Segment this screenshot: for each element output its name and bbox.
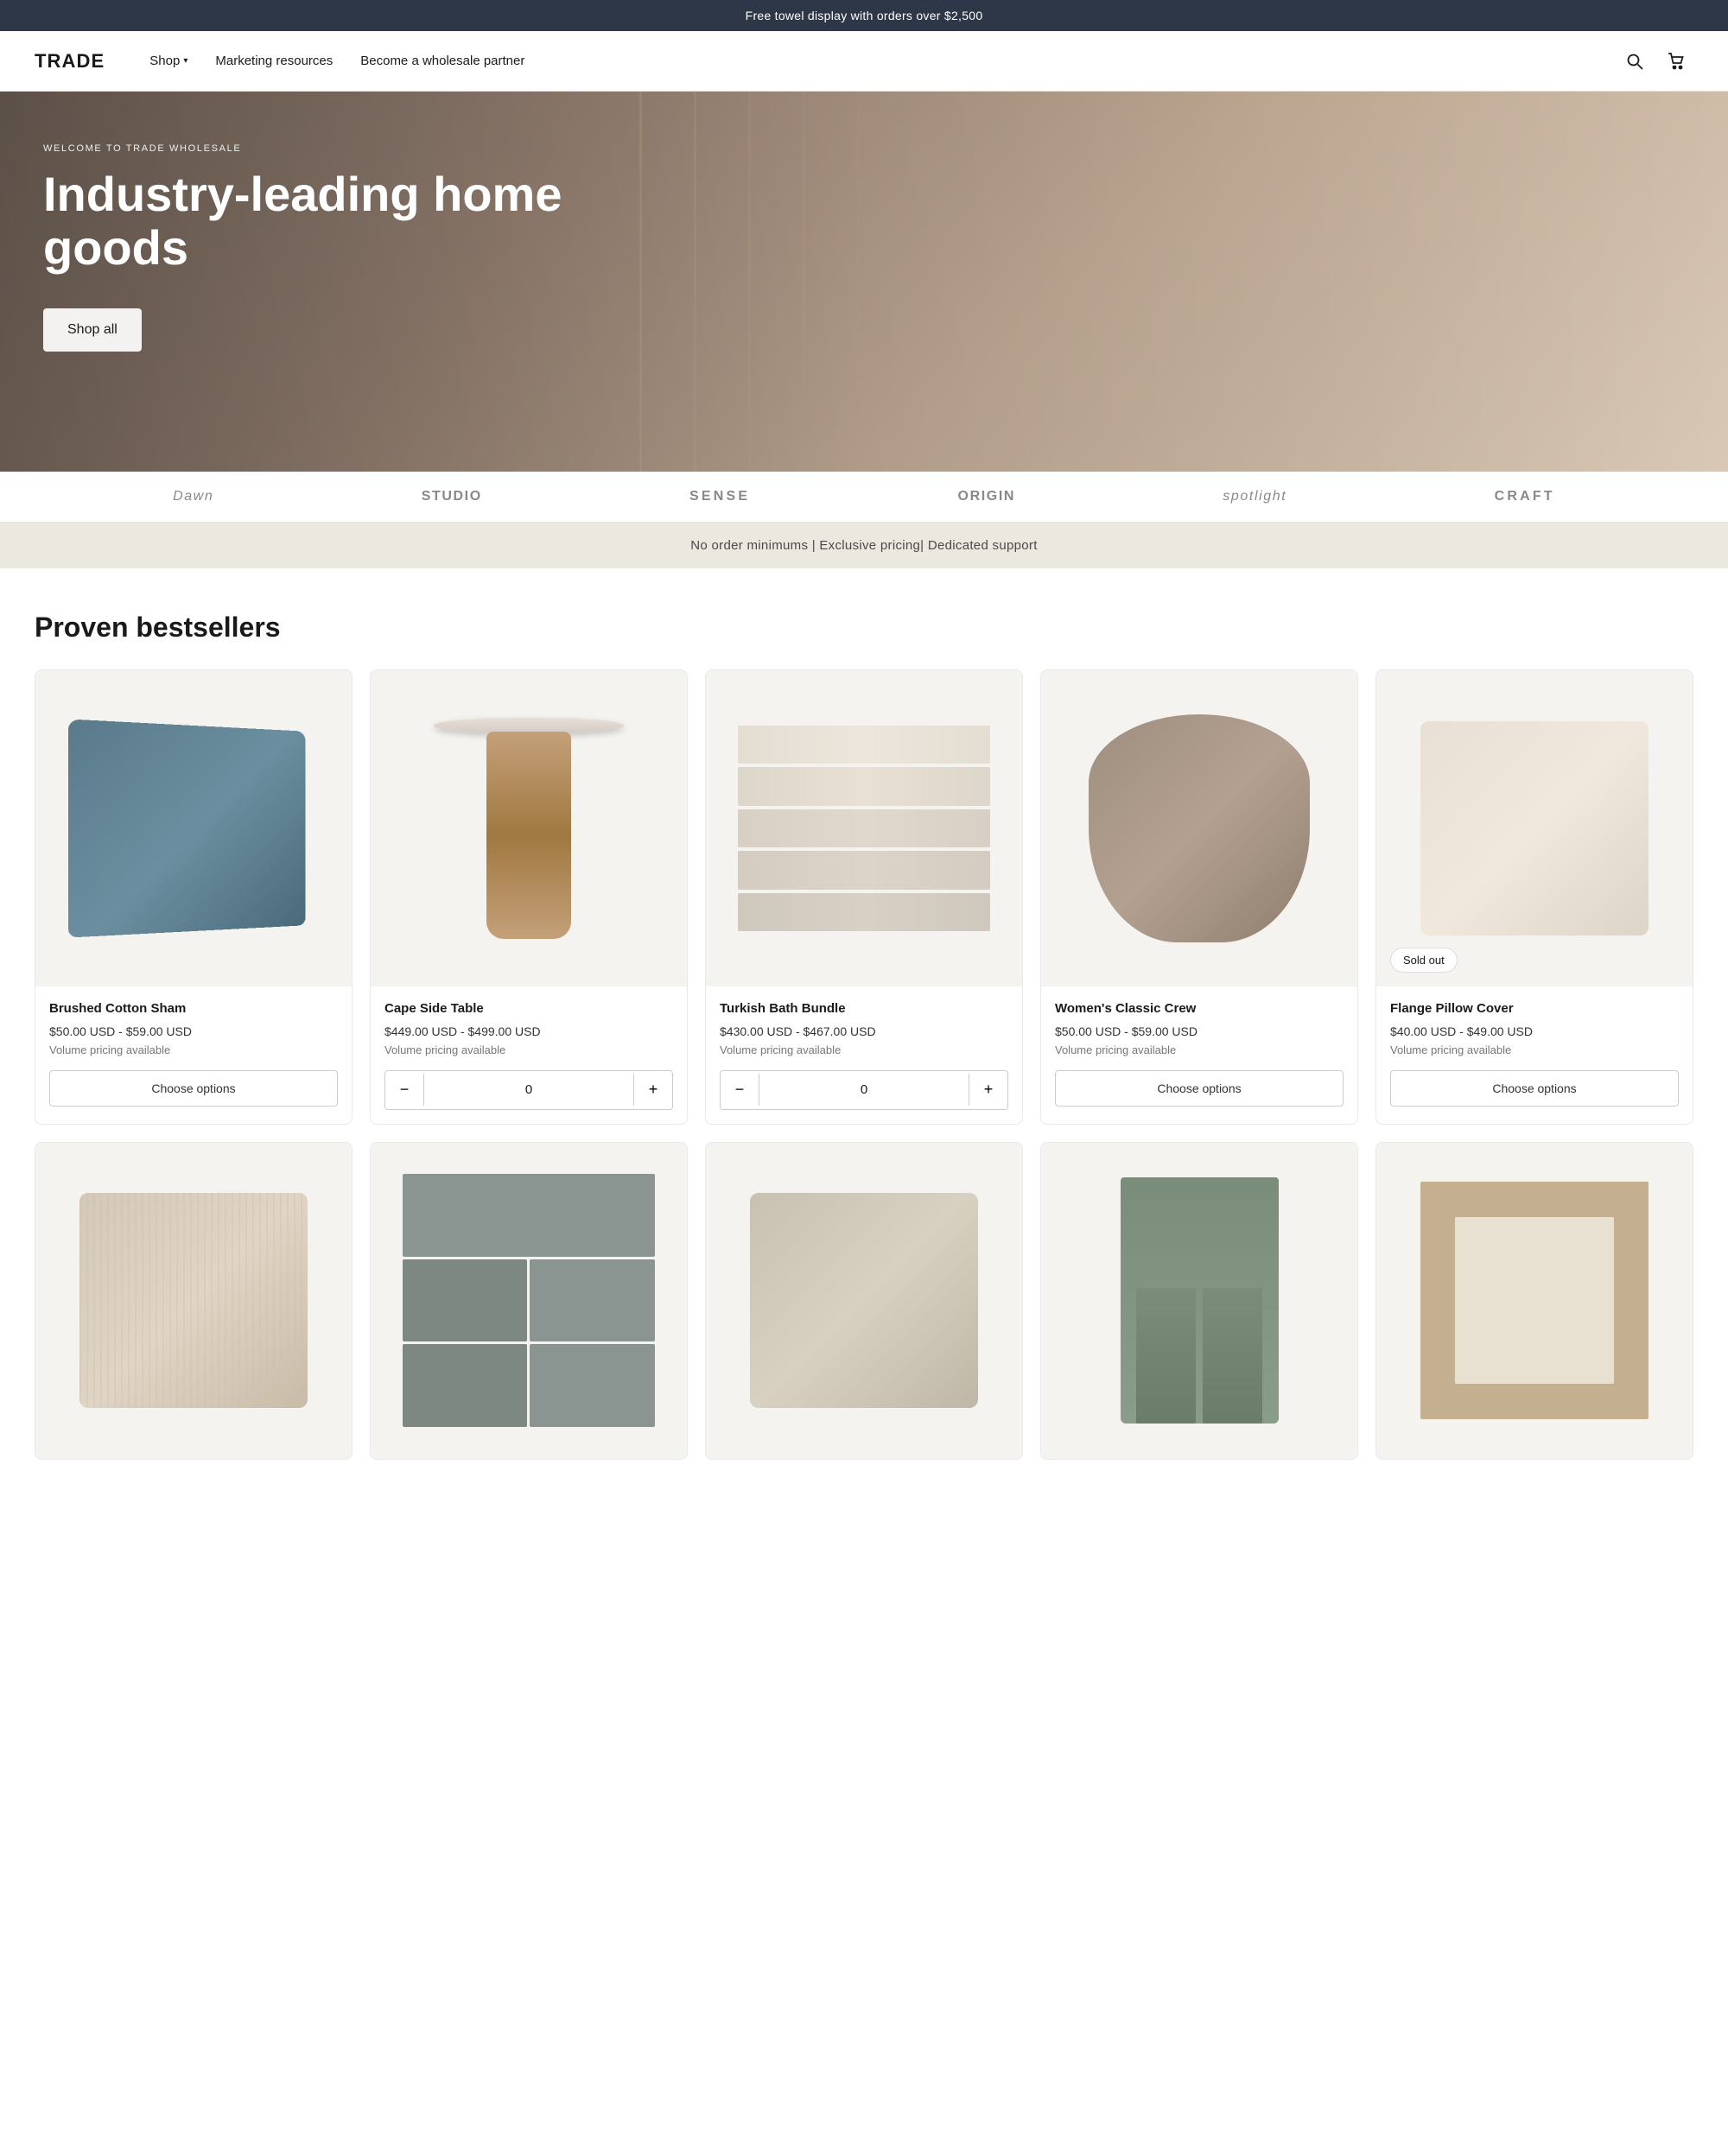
product-card-8 (705, 1142, 1023, 1460)
product-card-1: Brushed Cotton Sham $50.00 USD - $59.00 … (35, 669, 353, 1125)
product-card-4: Women's Classic Crew $50.00 USD - $59.00… (1040, 669, 1358, 1125)
quantity-control-3: − 0 + (720, 1070, 1008, 1110)
product-card-10 (1375, 1142, 1693, 1460)
product-volume-3: Volume pricing available (720, 1043, 1008, 1056)
product-image-1 (35, 670, 352, 986)
product-img-pillow-blue (68, 719, 305, 937)
product-grid-row2 (35, 1142, 1693, 1460)
product-name-3: Turkish Bath Bundle (720, 1000, 1008, 1018)
product-image-4 (1041, 670, 1357, 986)
product-name-5: Flange Pillow Cover (1390, 1000, 1679, 1018)
product-img-pillow-cream (1420, 721, 1649, 936)
quantity-increase-btn-2[interactable]: + (634, 1071, 672, 1109)
product-card-5: Sold out Flange Pillow Cover $40.00 USD … (1375, 669, 1693, 1125)
quantity-control-2: − 0 + (384, 1070, 673, 1110)
quantity-decrease-btn-2[interactable]: − (385, 1071, 423, 1109)
product-img-frame (1420, 1182, 1649, 1419)
brand-dawn[interactable]: Dawn (173, 489, 213, 504)
section-title: Proven bestsellers (35, 612, 1693, 644)
quantity-increase-btn-3[interactable]: + (969, 1071, 1007, 1109)
announcement-bar: Free towel display with orders over $2,5… (0, 0, 1728, 31)
product-price-3: $430.00 USD - $467.00 USD (720, 1024, 1008, 1038)
choose-options-btn-1[interactable]: Choose options (49, 1070, 338, 1107)
nav-wholesale[interactable]: Become a wholesale partner (350, 47, 535, 75)
product-img-pillow-linen (750, 1193, 978, 1408)
product-image-5: Sold out (1376, 670, 1693, 986)
product-price-5: $40.00 USD - $49.00 USD (1390, 1024, 1679, 1038)
product-volume-1: Volume pricing available (49, 1043, 338, 1056)
product-price-2: $449.00 USD - $499.00 USD (384, 1024, 673, 1038)
product-card-6 (35, 1142, 353, 1460)
product-card-2: Cape Side Table $449.00 USD - $499.00 US… (370, 669, 688, 1125)
hero-content: WELCOME TO TRADE WHOLESALE Industry-lead… (43, 143, 631, 352)
choose-options-btn-4[interactable]: Choose options (1055, 1070, 1344, 1107)
frame-inner (1455, 1217, 1614, 1383)
product-card-3: Turkish Bath Bundle $430.00 USD - $467.0… (705, 669, 1023, 1125)
main-nav: Shop ▾ Marketing resources Become a whol… (139, 47, 1617, 75)
quantity-display-3: 0 (759, 1074, 969, 1106)
benefits-bar: No order minimums | Exclusive pricing| D… (0, 523, 1728, 568)
product-img-sweater (1089, 714, 1310, 942)
product-image-9 (1041, 1143, 1357, 1459)
product-name-1: Brushed Cotton Sham (49, 1000, 338, 1018)
site-header: TRADE Shop ▾ Marketing resources Become … (0, 31, 1728, 92)
product-image-6 (35, 1143, 352, 1459)
chevron-down-icon: ▾ (183, 56, 187, 66)
brand-craft[interactable]: CRAFT (1495, 489, 1555, 504)
brand-sense[interactable]: SENSE (689, 489, 750, 504)
product-image-7 (371, 1143, 687, 1459)
product-image-3 (706, 670, 1022, 986)
product-info-4: Women's Classic Crew $50.00 USD - $59.00… (1041, 986, 1357, 1120)
product-info-3: Turkish Bath Bundle $430.00 USD - $467.0… (706, 986, 1022, 1124)
brand-spotlight[interactable]: spotlight (1223, 489, 1286, 504)
product-volume-2: Volume pricing available (384, 1043, 673, 1056)
quantity-decrease-btn-3[interactable]: − (721, 1071, 759, 1109)
product-image-2 (371, 670, 687, 986)
brands-bar: Dawn STUDIO SENSE ORIGIN spotlight CRAFT (0, 472, 1728, 523)
product-info-1: Brushed Cotton Sham $50.00 USD - $59.00 … (35, 986, 352, 1120)
hero-eyebrow: WELCOME TO TRADE WHOLESALE (43, 143, 631, 154)
choose-options-btn-5[interactable]: Choose options (1390, 1070, 1679, 1107)
product-info-2: Cape Side Table $449.00 USD - $499.00 US… (371, 986, 687, 1124)
product-img-towels-gray (403, 1174, 656, 1427)
product-info-5: Flange Pillow Cover $40.00 USD - $49.00 … (1376, 986, 1693, 1120)
product-grid-row1: Brushed Cotton Sham $50.00 USD - $59.00 … (35, 669, 1693, 1125)
cart-button[interactable] (1659, 44, 1693, 79)
hero-section: WELCOME TO TRADE WHOLESALE Industry-lead… (0, 92, 1728, 472)
product-name-2: Cape Side Table (384, 1000, 673, 1018)
nav-marketing[interactable]: Marketing resources (205, 47, 343, 75)
products-section: Proven bestsellers Brushed Cotton Sham $… (0, 568, 1728, 1520)
hero-cta-button[interactable]: Shop all (43, 308, 142, 352)
search-button[interactable] (1617, 44, 1652, 79)
sold-out-badge: Sold out (1390, 948, 1458, 973)
site-logo[interactable]: TRADE (35, 50, 105, 73)
product-card-7 (370, 1142, 688, 1460)
product-volume-4: Volume pricing available (1055, 1043, 1344, 1056)
product-name-4: Women's Classic Crew (1055, 1000, 1344, 1018)
product-image-10 (1376, 1143, 1693, 1459)
product-image-8 (706, 1143, 1022, 1459)
product-volume-5: Volume pricing available (1390, 1043, 1679, 1056)
product-img-towels (738, 726, 991, 931)
header-icons (1617, 44, 1693, 79)
benefits-text: No order minimums | Exclusive pricing| D… (690, 538, 1037, 553)
brand-origin[interactable]: ORIGIN (958, 489, 1016, 504)
product-price-4: $50.00 USD - $59.00 USD (1055, 1024, 1344, 1038)
product-price-1: $50.00 USD - $59.00 USD (49, 1024, 338, 1038)
product-img-pants (1121, 1177, 1279, 1424)
hero-title: Industry-leading home goods (43, 168, 631, 274)
product-img-pillow-textured (79, 1193, 308, 1408)
table-leg (486, 732, 572, 939)
product-img-side-table (434, 718, 624, 939)
brand-studio[interactable]: STUDIO (422, 489, 482, 504)
product-card-9 (1040, 1142, 1358, 1460)
quantity-display-2: 0 (423, 1074, 634, 1106)
announcement-text: Free towel display with orders over $2,5… (746, 9, 983, 22)
nav-shop[interactable]: Shop ▾ (139, 47, 198, 75)
